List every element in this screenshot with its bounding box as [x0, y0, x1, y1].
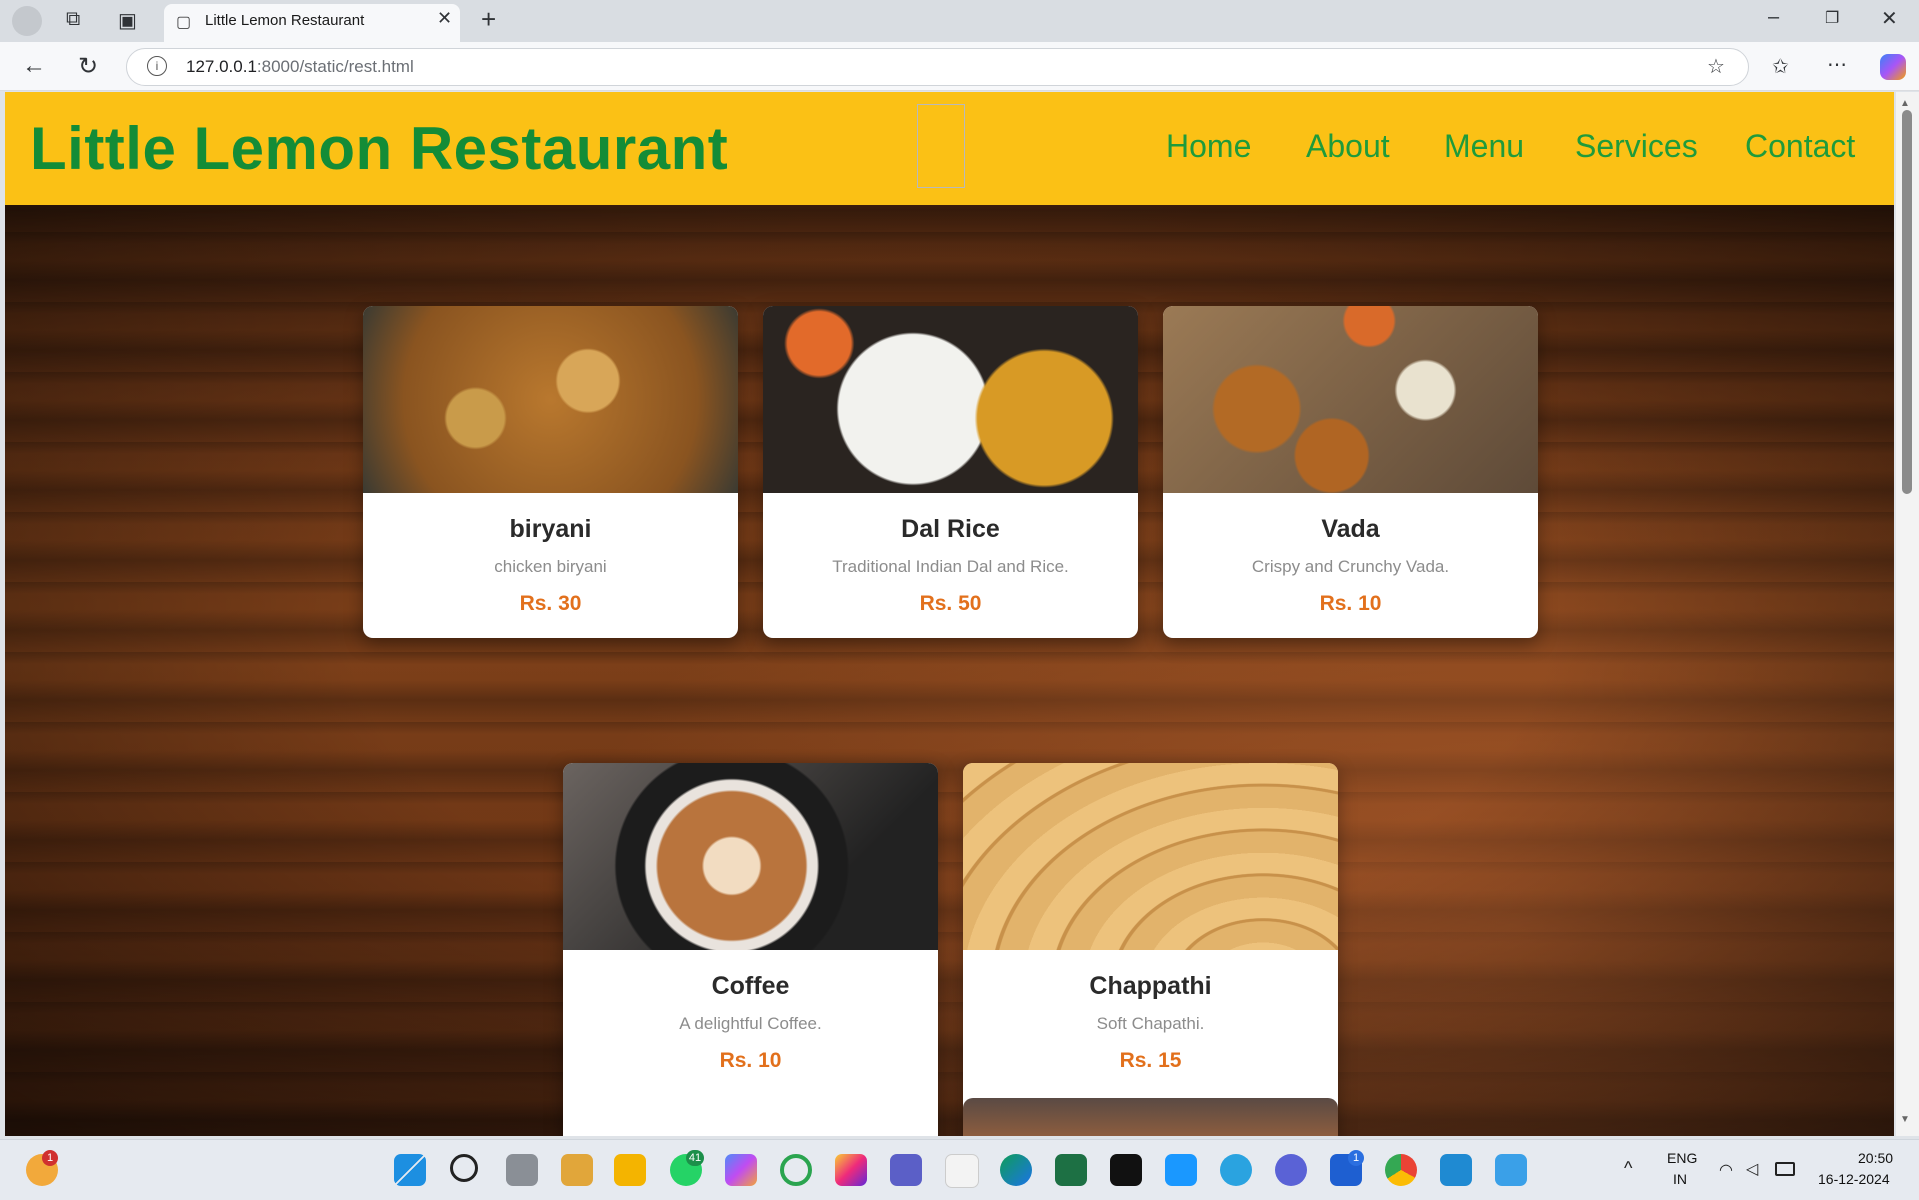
search-icon[interactable] — [450, 1154, 478, 1182]
menu-item-price: Rs. 50 — [919, 592, 982, 615]
menu-item-name: biryani — [509, 515, 592, 543]
profile-icon[interactable] — [12, 6, 42, 36]
scroll-down-icon[interactable]: ▼ — [1900, 1114, 1910, 1125]
site-header: Little Lemon Restaurant Home About Menu … — [5, 92, 1894, 205]
minimize-icon[interactable]: – — [1768, 6, 1779, 29]
copilot-app-icon[interactable] — [725, 1154, 757, 1186]
language-indicator[interactable]: ENG — [1667, 1150, 1697, 1166]
food-image-coffee — [563, 763, 938, 950]
nav-home[interactable]: Home — [1166, 128, 1251, 165]
instagram-icon[interactable] — [835, 1154, 867, 1186]
volume-icon[interactable]: ◁ — [1746, 1159, 1758, 1179]
favorite-star-icon[interactable]: ☆ — [1707, 54, 1725, 79]
tray-overflow-icon[interactable]: ^ — [1624, 1158, 1632, 1179]
food-image-vada — [1163, 306, 1538, 493]
copilot-icon[interactable] — [1880, 54, 1906, 80]
site-brand[interactable]: Little Lemon Restaurant — [30, 114, 728, 183]
more-options-icon[interactable]: ⋯ — [1827, 52, 1847, 77]
menu-card-biryani[interactable]: biryani chicken biryani Rs. 30 — [363, 306, 738, 638]
close-window-icon[interactable]: ✕ — [1881, 6, 1898, 31]
clock-time[interactable]: 20:50 — [1858, 1150, 1893, 1166]
menu-item-desc: A delightful Coffee. — [679, 1014, 822, 1033]
menu-item-price: Rs. 30 — [519, 592, 582, 615]
food-image-chappathi — [963, 763, 1338, 950]
vscode-icon[interactable] — [1440, 1154, 1472, 1186]
menu-item-price: Rs. 10 — [1319, 592, 1382, 615]
menu-card-vada[interactable]: Vada Crispy and Crunchy Vada. Rs. 10 — [1163, 306, 1538, 638]
refresh-app-icon[interactable] — [780, 1154, 812, 1186]
telegram-icon[interactable] — [1220, 1154, 1252, 1186]
vertical-tabs-icon[interactable]: ▣ — [118, 8, 137, 33]
wifi-icon[interactable]: ◠ — [1719, 1160, 1733, 1180]
back-icon[interactable]: ← — [22, 52, 46, 80]
menu-item-desc: Crispy and Crunchy Vada. — [1251, 557, 1450, 576]
task-view-icon[interactable] — [506, 1154, 538, 1186]
scrollbar-thumb[interactable] — [1902, 110, 1912, 494]
photos-icon[interactable] — [1495, 1154, 1527, 1186]
refresh-icon[interactable]: ↻ — [78, 52, 98, 81]
menu-card-coffee[interactable]: Coffee A delightful Coffee. Rs. 10 — [563, 763, 938, 1136]
menu-item-desc: chicken biryani — [494, 557, 607, 576]
menu-item-name: Chappathi — [1089, 972, 1212, 1000]
chrome-icon[interactable] — [1385, 1154, 1417, 1186]
region-indicator[interactable]: IN — [1673, 1171, 1687, 1187]
nav-services[interactable]: Services — [1575, 128, 1698, 165]
broken-logo-image — [917, 104, 965, 188]
url-text: 127.0.0.1:8000/static/rest.html — [186, 57, 414, 76]
workspaces-icon[interactable]: ⧉ — [66, 8, 80, 31]
teams-icon[interactable] — [890, 1154, 922, 1186]
edge-icon[interactable] — [1000, 1154, 1032, 1186]
scroll-up-icon[interactable]: ▲ — [1900, 98, 1910, 109]
nav-contact[interactable]: Contact — [1745, 128, 1855, 165]
whatsapp-badge: 41 — [686, 1150, 704, 1166]
game-app-icon[interactable] — [561, 1154, 593, 1186]
battery-icon[interactable] — [1775, 1162, 1795, 1176]
menu-item-name: Dal Rice — [901, 515, 1000, 543]
menu-card-dal-rice[interactable]: Dal Rice Traditional Indian Dal and Rice… — [763, 306, 1138, 638]
nav-menu[interactable]: Menu — [1444, 128, 1524, 165]
clock-date[interactable]: 16-12-2024 — [1818, 1171, 1890, 1187]
menu-card-chappathi[interactable]: Chappathi Soft Chapathi. Rs. 15 — [963, 763, 1338, 1136]
menu-item-name: Coffee — [711, 972, 790, 1000]
nav-about[interactable]: About — [1306, 128, 1390, 165]
food-image-next-item — [963, 1098, 1338, 1136]
menu-item-desc: Soft Chapathi. — [1096, 1014, 1205, 1033]
site-info-icon[interactable]: i — [147, 56, 167, 76]
close-tab-icon[interactable]: ✕ — [437, 8, 452, 29]
food-image-dal-rice — [763, 306, 1138, 493]
weather-badge: 1 — [42, 1150, 58, 1166]
prime-video-icon[interactable] — [1165, 1154, 1197, 1186]
page-viewport: Little Lemon Restaurant Home About Menu … — [5, 92, 1894, 1136]
start-icon[interactable] — [394, 1154, 426, 1186]
favorites-icon[interactable]: ✩ — [1772, 54, 1789, 79]
menu-item-desc: Traditional Indian Dal and Rice. — [832, 557, 1069, 576]
menu-item-price: Rs. 15 — [1119, 1049, 1182, 1072]
app-icon[interactable] — [1275, 1154, 1307, 1186]
restore-icon[interactable]: ❐ — [1825, 8, 1839, 28]
tab-title: Little Lemon Restaurant — [205, 12, 365, 29]
new-tab-icon[interactable]: + — [481, 4, 496, 35]
page-icon: ▢ — [176, 14, 192, 31]
app-badge: 1 — [1348, 1150, 1364, 1166]
netflix-icon[interactable] — [1110, 1154, 1142, 1186]
menu-item-price: Rs. 10 — [719, 1049, 782, 1072]
store-icon[interactable] — [945, 1154, 979, 1188]
excel-icon[interactable] — [1055, 1154, 1087, 1186]
menu-item-name: Vada — [1321, 515, 1380, 543]
file-explorer-icon[interactable] — [614, 1154, 646, 1186]
food-image-biryani — [363, 306, 738, 493]
